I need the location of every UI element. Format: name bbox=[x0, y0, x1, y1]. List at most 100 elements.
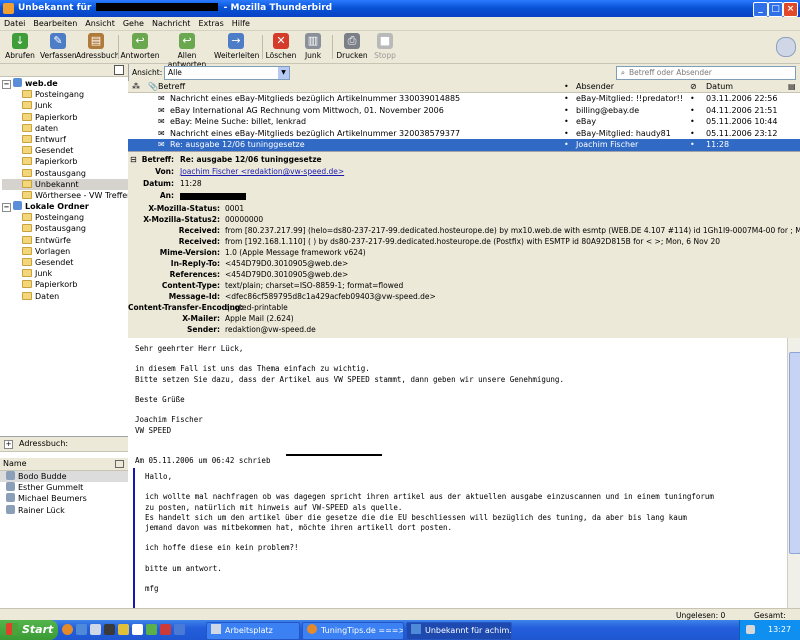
contact-row[interactable]: Bodo Budde bbox=[0, 471, 128, 483]
delete-button[interactable]: ✕ Löschen bbox=[264, 33, 298, 60]
junk-column-icon[interactable]: ⊘ bbox=[690, 82, 697, 91]
message-row[interactable]: ✉ eBay: Meine Suche: billet, lenkrad • eBay… bbox=[128, 116, 800, 128]
close-window-button[interactable]: × bbox=[783, 2, 798, 17]
read-dot-icon[interactable]: • bbox=[564, 93, 569, 105]
folder-item[interactable]: Papierkorb bbox=[2, 156, 128, 167]
menu-hilfe[interactable]: Hilfe bbox=[228, 17, 254, 28]
task-thunderbird[interactable]: Unbekannt für achim... bbox=[406, 622, 512, 640]
thread-column-icon[interactable]: ⁂ bbox=[132, 82, 140, 91]
print-button[interactable]: ⎙ Drucken bbox=[334, 33, 370, 60]
menu-extras[interactable]: Extras bbox=[194, 17, 227, 28]
thunderbird-icon[interactable] bbox=[76, 624, 87, 635]
menu-bar: Datei Bearbeiten Ansicht Gehe Nachricht Extra… bbox=[0, 17, 800, 31]
menu-ansicht[interactable]: Ansicht bbox=[81, 17, 119, 28]
message-row[interactable]: ✉ Nachricht eines eBay-Mitglieds bezüglic… bbox=[128, 93, 800, 105]
folder-item[interactable]: Papierkorb bbox=[2, 112, 128, 123]
junk-dot-icon[interactable]: • bbox=[690, 139, 695, 151]
search-input[interactable]: ⌕ Betreff oder Absender bbox=[616, 66, 796, 80]
vertical-scrollbar[interactable] bbox=[787, 338, 800, 608]
folder-item[interactable]: Wörthersee - VW Treffen bbox=[2, 190, 132, 201]
folder-item[interactable]: daten bbox=[2, 123, 128, 134]
reply-button[interactable]: ↩ Antworten bbox=[120, 33, 160, 60]
menu-nachricht[interactable]: Nachricht bbox=[148, 17, 194, 28]
contact-row[interactable]: Esther Gummelt bbox=[0, 482, 128, 493]
contact-row[interactable]: Michael Beumers bbox=[0, 493, 128, 504]
junk-dot-icon[interactable]: • bbox=[690, 105, 695, 117]
network-icon[interactable] bbox=[746, 625, 755, 634]
account-webde[interactable]: − web.de bbox=[2, 78, 128, 89]
read-dot-icon[interactable]: • bbox=[564, 139, 569, 151]
collapse-icon[interactable]: − bbox=[2, 80, 11, 89]
folder-item-selected[interactable]: Unbekannt bbox=[2, 178, 128, 190]
message-row[interactable]: ✉ Re: ausgabe 12/06 tuninggesetze • Joachim… bbox=[128, 139, 800, 151]
folder-item[interactable]: Gesendet bbox=[2, 145, 128, 156]
app-icon[interactable] bbox=[146, 624, 157, 635]
view-select[interactable]: Alle ▼ bbox=[164, 66, 290, 80]
app-icon[interactable] bbox=[174, 624, 185, 635]
folder-item[interactable]: Gesendet bbox=[2, 257, 128, 268]
junk-button[interactable]: ▥ Junk bbox=[298, 33, 328, 60]
junk-dot-icon[interactable]: • bbox=[690, 116, 695, 128]
collapse-icon[interactable]: − bbox=[2, 203, 11, 213]
addressbook-button[interactable]: ▤ Adressbuch bbox=[76, 33, 120, 60]
collapse-icon[interactable]: ⊟ bbox=[130, 155, 137, 164]
menu-bearbeiten[interactable]: Bearbeiten bbox=[29, 17, 81, 28]
app-icon[interactable] bbox=[118, 624, 129, 635]
address-book-header: + Adressbuch: bbox=[0, 437, 128, 452]
folder-item[interactable]: Papierkorb bbox=[2, 279, 128, 290]
column-date[interactable]: Datum bbox=[706, 82, 733, 91]
app-icon[interactable] bbox=[132, 624, 143, 635]
menu-gehe[interactable]: Gehe bbox=[119, 17, 148, 28]
folder-item[interactable]: Postausgang bbox=[2, 223, 128, 234]
junk-dot-icon[interactable]: • bbox=[690, 128, 695, 140]
folder-item[interactable]: Entwurf bbox=[2, 134, 128, 145]
read-dot-icon[interactable]: • bbox=[564, 128, 569, 140]
clock[interactable]: 13:27 bbox=[768, 625, 791, 634]
address-column-header[interactable]: Name bbox=[0, 458, 128, 471]
expand-icon[interactable]: + bbox=[4, 440, 13, 449]
compose-button[interactable]: ✎ Verfassen bbox=[40, 33, 77, 60]
read-column-icon[interactable]: • bbox=[564, 82, 569, 91]
chevron-down-icon[interactable]: ▼ bbox=[278, 67, 289, 79]
folder-item[interactable]: Junk bbox=[2, 100, 128, 111]
column-sender[interactable]: Absender bbox=[576, 82, 614, 91]
folder-item[interactable]: Entwürfe bbox=[2, 235, 128, 246]
from-link[interactable]: Joachim Fischer <redaktion@vw-speed.de> bbox=[180, 167, 344, 176]
folder-item[interactable]: Junk bbox=[2, 268, 128, 279]
message-row[interactable]: ✉ Nachricht eines eBay-Mitglieds bezüglic… bbox=[128, 128, 800, 140]
junk-dot-icon[interactable]: • bbox=[690, 93, 695, 105]
read-dot-icon[interactable]: • bbox=[564, 116, 569, 128]
folder-item[interactable]: Daten bbox=[2, 291, 128, 302]
stop-button[interactable]: ■ Stopp bbox=[370, 33, 400, 60]
folder-tree: − web.de Posteingang Junk Papierkorb date… bbox=[0, 77, 132, 302]
attachment-column-icon[interactable]: 📎 bbox=[148, 82, 158, 91]
app-icon[interactable] bbox=[160, 624, 171, 635]
desktop-icon[interactable] bbox=[90, 624, 101, 635]
message-row[interactable]: ✉ eBay International AG Rechnung vom Mitt… bbox=[128, 105, 800, 117]
pane-toggle-icon[interactable] bbox=[114, 65, 124, 75]
folder-item[interactable]: Posteingang bbox=[2, 212, 128, 223]
minimize-button[interactable]: _ bbox=[753, 2, 768, 17]
menu-datei[interactable]: Datei bbox=[0, 17, 29, 28]
folder-item[interactable]: Postausgang bbox=[2, 168, 128, 179]
forward-button[interactable]: → Weiterleiten bbox=[214, 33, 259, 60]
folder-item[interactable]: Vorlagen bbox=[2, 246, 128, 257]
column-subject[interactable]: Betreff bbox=[158, 82, 185, 91]
contact-row[interactable]: Rainer Lück bbox=[0, 504, 128, 516]
account-local-folders[interactable]: − Lokale Ordner bbox=[2, 201, 128, 213]
message-rows: ✉ Nachricht eines eBay-Mitglieds bezüglic… bbox=[128, 93, 800, 151]
column-picker-icon[interactable] bbox=[115, 460, 124, 468]
tv-icon[interactable] bbox=[104, 624, 115, 635]
read-dot-icon[interactable]: • bbox=[564, 105, 569, 117]
scrollbar-thumb[interactable] bbox=[789, 352, 800, 554]
task-arbeitsplatz[interactable]: Arbeitsplatz bbox=[206, 622, 300, 640]
start-button[interactable]: Start bbox=[0, 620, 58, 640]
task-tuningtips[interactable]: TuningTips.de ===>... bbox=[302, 622, 404, 640]
folder-item[interactable]: Posteingang bbox=[2, 89, 128, 100]
maximize-button[interactable]: □ bbox=[768, 2, 783, 17]
get-mail-button[interactable]: ↓ Abrufen bbox=[2, 33, 38, 60]
column-picker-icon[interactable]: ▤ bbox=[788, 82, 796, 91]
message-icon: ✉ bbox=[158, 94, 165, 103]
firefox-icon[interactable] bbox=[62, 624, 73, 635]
message-list: ⁂ 📎 Betreff • Absender ⊘ Datum ▤ ✉ Nachri… bbox=[128, 81, 800, 152]
